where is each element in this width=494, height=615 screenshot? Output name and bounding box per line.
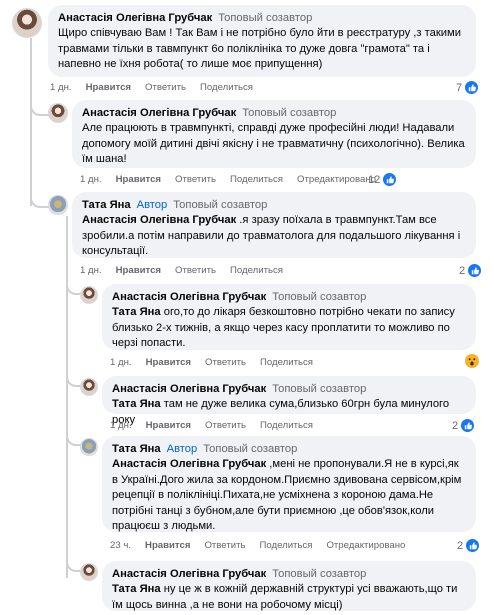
top-fan-badge: Топовый созавтор — [218, 12, 313, 24]
reply-button[interactable]: Ответить — [204, 540, 245, 551]
comment-text: Але працюють в травмпункті, справді дуже… — [82, 122, 465, 166]
comment-bubble: Анастасія Олегівна Грубчак Топовый созавт… — [48, 5, 476, 77]
comment-time[interactable]: 1 дн. — [50, 82, 72, 93]
comment-bubble: Анастасія Олегівна Грубчак Топовый созавт… — [102, 561, 476, 611]
avatar[interactable] — [80, 286, 98, 304]
comment-author[interactable]: Анастасія Олегівна Грубчак — [112, 383, 266, 395]
comment-time[interactable]: 1 дн. — [80, 265, 102, 276]
avatar[interactable] — [48, 103, 68, 123]
thread-line — [30, 38, 32, 206]
reply-button[interactable]: Ответить — [205, 357, 246, 368]
author-badge: Автор — [136, 199, 168, 211]
comment-actions: 1 дн. Нравится Ответить Поделиться — [110, 420, 327, 431]
mention-link[interactable]: Тата Яна — [112, 583, 161, 595]
comment-time[interactable]: 1 дн. — [110, 357, 132, 368]
like-reaction-icon — [382, 172, 398, 187]
comment-bubble: Тата Яна Автор Топовый созавтор Анастасія … — [102, 436, 476, 532]
comment-bubble: Анастасія Олегівна Грубчак Топовый созавт… — [102, 376, 476, 426]
like-button[interactable]: Нравится — [116, 265, 161, 276]
comment-actions: 23 ч. Нравится Ответить Поделиться Отредакти… — [110, 540, 419, 551]
like-button[interactable]: Нравится — [116, 174, 161, 185]
comment-bubble: Тата Яна Автор Топовый созавтор Анастасія … — [72, 192, 476, 258]
reply-button[interactable]: Ответить — [145, 82, 186, 93]
comment-text: Анастасія Олегівна Грубчак ,мені не проп… — [112, 458, 462, 533]
reaction-count[interactable]: 2 — [459, 263, 483, 278]
comment-bubble: Анастасія Олегівна Грубчак Топовый созавт… — [102, 284, 476, 350]
like-button[interactable]: Нравится — [86, 82, 131, 93]
comment-author[interactable]: Тата Яна — [112, 443, 161, 455]
wow-reaction-icon — [465, 354, 479, 368]
mention-link[interactable]: Тата Яна — [112, 306, 161, 318]
comment-text: Щиро співчуваю Вам ! Так Вам і не потріб… — [58, 27, 461, 71]
avatar[interactable] — [48, 195, 68, 215]
share-button[interactable]: Поделиться — [200, 82, 253, 93]
comment-author[interactable]: Анастасія Олегівна Грубчак — [82, 107, 236, 119]
comment-text: Тата Яна ну це ж в кожній державній стру… — [112, 583, 458, 611]
author-badge: Автор — [166, 443, 198, 455]
mention-link[interactable]: Анастасія Олегівна Грубчак — [82, 214, 236, 226]
share-button[interactable]: Поделиться — [259, 540, 312, 551]
like-reaction-icon — [464, 80, 480, 95]
comment-time[interactable]: 23 ч. — [110, 540, 131, 551]
comment-author[interactable]: Анастасія Олегівна Грубчак — [58, 12, 212, 24]
share-button[interactable]: Поделиться — [230, 174, 283, 185]
edited-label: Отредактировано — [326, 540, 406, 551]
share-button[interactable]: Поделиться — [260, 420, 313, 431]
top-fan-badge: Топовый созавтор — [272, 383, 367, 395]
edited-label: Отредактировано — [297, 174, 376, 185]
avatar[interactable] — [80, 563, 98, 581]
like-button[interactable]: Нравится — [146, 420, 191, 431]
reply-button[interactable]: Ответить — [175, 174, 216, 185]
share-button[interactable]: Поделиться — [260, 357, 313, 368]
comment-actions: 1 дн. Нравится Ответить Поделиться — [110, 357, 327, 368]
comment-author[interactable]: Тата Яна — [82, 199, 131, 211]
like-button[interactable]: Нравится — [145, 540, 190, 551]
top-fan-badge: Топовый созавтор — [173, 199, 268, 211]
top-fan-badge: Топовый созавтор — [272, 568, 367, 580]
reaction-count[interactable]: 2 — [452, 418, 476, 433]
reaction-count[interactable]: 7 — [456, 80, 480, 95]
mention-link[interactable]: Анастасія Олегівна Грубчак — [112, 458, 266, 470]
like-reaction-icon — [467, 263, 483, 278]
comment-time[interactable]: 1 дн. — [110, 420, 132, 431]
thread-connector — [30, 186, 50, 208]
share-button[interactable]: Поделиться — [230, 265, 283, 276]
top-fan-badge: Топовый созавтор — [203, 443, 298, 455]
avatar[interactable] — [80, 438, 98, 456]
top-fan-badge: Топовый созавтор — [272, 291, 367, 303]
avatar[interactable] — [80, 378, 98, 396]
like-button[interactable]: Нравится — [146, 357, 191, 368]
comment-text: Тата Яна ого,то до лікаря безкоштовно по… — [112, 306, 455, 350]
reaction-count[interactable]: 2 — [457, 538, 481, 553]
like-reaction-icon — [465, 538, 481, 553]
comment-bubble: Анастасія Олегівна Грубчак Топовый созавт… — [72, 100, 476, 168]
top-fan-badge: Топовый созавтор — [242, 107, 337, 119]
reply-button[interactable]: Ответить — [205, 420, 246, 431]
thread-connector — [30, 94, 50, 116]
like-reaction-icon — [460, 418, 476, 433]
comment-actions: 1 дн. Нравится Ответить Поделиться — [80, 265, 297, 276]
avatar[interactable] — [12, 8, 42, 38]
reaction-count[interactable]: 12 — [368, 172, 398, 187]
comment-actions: 1 дн. Нравится Ответить Поделиться Отредакти… — [80, 174, 390, 185]
comment-actions: 1 дн. Нравится Ответить Поделиться — [50, 82, 267, 93]
comment-text: Анастасія Олегівна Грубчак .я зразу поїх… — [82, 214, 461, 258]
reply-button[interactable]: Ответить — [175, 265, 216, 276]
comment-author[interactable]: Анастасія Олегівна Грубчак — [112, 568, 266, 580]
comment-author[interactable]: Анастасія Олегівна Грубчак — [112, 291, 266, 303]
thread-line — [66, 216, 68, 578]
mention-link[interactable]: Тата Яна — [112, 398, 161, 410]
comment-time[interactable]: 1 дн. — [80, 174, 102, 185]
reaction-count[interactable] — [465, 354, 479, 368]
